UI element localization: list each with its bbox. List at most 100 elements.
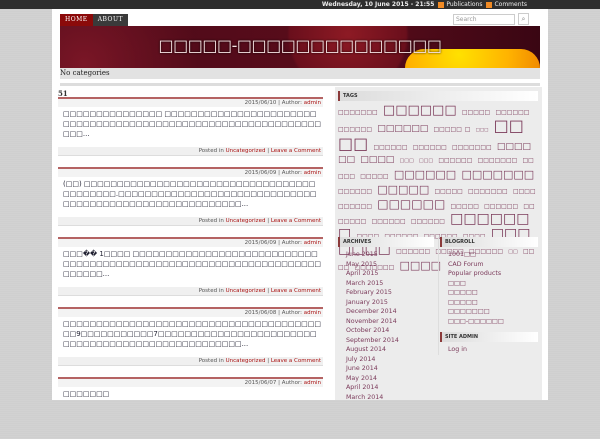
archive-link[interactable]: June 2014 — [346, 364, 434, 374]
category-link[interactable]: Uncategorized — [226, 288, 266, 294]
tag-link[interactable]: □□□□ — [513, 188, 536, 195]
post-meta: 2015/06/07 | Author: admin — [58, 379, 323, 387]
tag-link[interactable]: □□□□□□ — [394, 168, 456, 181]
post-excerpt: □□□□□□□□□□□□□□□ □□□□□□□□□□□□□□□□□□□□□□□□… — [63, 110, 321, 138]
tag-link[interactable]: □□□□□□□ — [468, 188, 508, 195]
tag-link[interactable]: □□□□□□ — [413, 144, 447, 151]
archive-link[interactable]: December 2014 — [346, 307, 434, 317]
tag-link[interactable]: □□□□□□□ — [461, 168, 534, 181]
search-input[interactable]: Search — [453, 14, 515, 25]
site-admin-list: Log in — [440, 345, 538, 355]
archive-link[interactable]: June 2015 — [346, 250, 434, 260]
blogroll-link[interactable]: CAD Forum — [448, 260, 538, 270]
category-link[interactable]: Uncategorized — [226, 148, 266, 154]
rss-icon — [438, 1, 445, 8]
site-title[interactable]: □□□□□-□□□□□□□□□□□□□□ — [60, 36, 540, 55]
post: 2015/06/08 | Author: admin □□□□□□□□□□□□□… — [58, 299, 330, 369]
blogroll-heading: BLOGROLL — [440, 237, 538, 247]
publications-feed-link[interactable]: Publications — [438, 0, 482, 9]
tag-link[interactable]: □□□□□□ — [338, 188, 372, 195]
post-meta: 2015/06/09 | Author: admin — [58, 239, 323, 247]
tag-link[interactable]: □□□□□ — [434, 188, 462, 195]
tag-link[interactable]: □□□□□□ — [377, 197, 445, 211]
archive-link[interactable]: April 2015 — [346, 269, 434, 279]
blogroll-link[interactable]: □□□□□ — [448, 298, 538, 308]
tag-link[interactable]: □□□□□□ — [383, 103, 457, 118]
post-list: 51 2015/06/10 | Author: admin □□□□□□□□□□… — [58, 89, 330, 439]
search-icon: ⌕ — [521, 15, 526, 23]
tag-link[interactable]: □□□□□□ — [338, 126, 372, 133]
tag-link[interactable]: □□□□□□ — [373, 144, 407, 151]
author-link[interactable]: admin — [304, 170, 321, 176]
tag-link[interactable]: □□□□□□ — [495, 109, 529, 116]
tag-link[interactable]: □□□□□□ — [484, 203, 518, 210]
tag-link[interactable]: □□□□□□□ — [452, 144, 492, 151]
archive-link[interactable]: January 2015 — [346, 298, 434, 308]
author-link[interactable]: admin — [304, 310, 321, 316]
author-link[interactable]: admin — [304, 380, 321, 386]
leave-comment-link[interactable]: Leave a Comment — [271, 148, 321, 154]
tag-link[interactable]: □□□□□□ — [411, 218, 445, 225]
author-label: Author: — [281, 380, 303, 386]
author-link[interactable]: admin — [304, 100, 321, 106]
author-label: Author: — [281, 100, 303, 106]
tag-link[interactable]: □□□ — [476, 128, 489, 133]
archive-link[interactable]: May 2014 — [346, 374, 434, 384]
tag-link[interactable]: □□□□□ □ — [434, 126, 471, 133]
leave-comment-link[interactable]: Leave a Comment — [271, 358, 321, 364]
archive-link[interactable]: August 2014 — [346, 345, 434, 355]
author-link[interactable]: admin — [304, 240, 321, 246]
tag-link[interactable]: □□□□□□□ — [338, 109, 378, 116]
nav-home[interactable]: HOME — [60, 14, 93, 26]
archive-link[interactable]: September 2014 — [346, 336, 434, 346]
blogroll-link[interactable]: Popular products — [448, 269, 538, 279]
blogroll-link[interactable]: 1001□□ — [448, 250, 538, 260]
archive-link[interactable]: May 2015 — [346, 260, 434, 270]
blogroll-link[interactable]: □□□-□□□□□□ — [448, 317, 538, 327]
archive-link[interactable]: March 2014 — [346, 393, 434, 403]
tag-link[interactable]: □□□ — [419, 158, 433, 164]
search-button[interactable]: ⌕ — [518, 13, 529, 25]
tag-link[interactable]: □□□□□□ — [377, 124, 428, 134]
author-label: Author: — [281, 170, 303, 176]
archive-link[interactable]: April 2014 — [346, 383, 434, 393]
post-footer: Posted in Uncategorized | Leave a Commen… — [58, 217, 323, 226]
tag-link[interactable]: □□□□□□ — [338, 203, 372, 210]
archive-link[interactable]: October 2014 — [346, 326, 434, 336]
archive-link[interactable]: March 2015 — [346, 279, 434, 289]
blogroll-link[interactable]: □□□□□ — [448, 288, 538, 298]
archive-link[interactable]: July 2014 — [346, 355, 434, 365]
tag-link[interactable]: □□□□□ — [377, 183, 429, 196]
leave-comment-link[interactable]: Leave a Comment — [271, 288, 321, 294]
tag-link[interactable]: □□□□□ — [360, 173, 388, 180]
posted-in-label: Posted in — [198, 148, 224, 154]
post-date: 2015/06/07 — [244, 380, 277, 386]
tag-link[interactable]: □□□□ — [360, 155, 394, 165]
tag-link[interactable]: □□□□□ — [462, 109, 490, 116]
category-link[interactable]: Uncategorized — [226, 358, 266, 364]
tag-link[interactable]: □□□ — [400, 158, 414, 164]
tag-link[interactable]: □□□□□□□ — [478, 157, 518, 164]
blogroll-link[interactable]: □□□□□□□ — [448, 307, 538, 317]
post: 2015/06/09 | Author: admin (□□) □□□□□□□□… — [58, 159, 330, 229]
post: 2015/06/09 | Author: admin □□□�� 1□□□□ □… — [58, 229, 330, 299]
post: 51 2015/06/10 | Author: admin □□□□□□□□□□… — [58, 89, 330, 159]
archives-list: June 2015 May 2015 April 2015 March 2015 Feb… — [338, 250, 434, 402]
posted-in-label: Posted in — [198, 358, 224, 364]
blogroll-link[interactable]: □□□ — [448, 279, 538, 289]
tag-link[interactable]: □□□□□□ — [438, 157, 472, 164]
post-footer: Posted in Uncategorized | Leave a Commen… — [58, 287, 323, 296]
admin-link[interactable]: Log in — [448, 345, 538, 355]
archive-link[interactable]: November 2014 — [346, 317, 434, 327]
tag-link[interactable]: □□□□□ — [451, 203, 479, 210]
posted-in-label: Posted in — [198, 288, 224, 294]
category-link[interactable]: Uncategorized — [226, 218, 266, 224]
blogroll-list: 1001□□ CAD Forum Popular products □□□ □□□□□ □… — [440, 250, 538, 326]
tag-link[interactable]: □□□□□□ — [372, 218, 406, 225]
post-footer: Posted in Uncategorized | Leave a Commen… — [58, 147, 323, 156]
nav-about[interactable]: ABOUT — [92, 14, 129, 26]
leave-comment-link[interactable]: Leave a Comment — [271, 218, 321, 224]
tags-heading: TAGS — [338, 91, 538, 101]
comments-feed-link[interactable]: Comments — [486, 0, 527, 9]
archive-link[interactable]: February 2015 — [346, 288, 434, 298]
